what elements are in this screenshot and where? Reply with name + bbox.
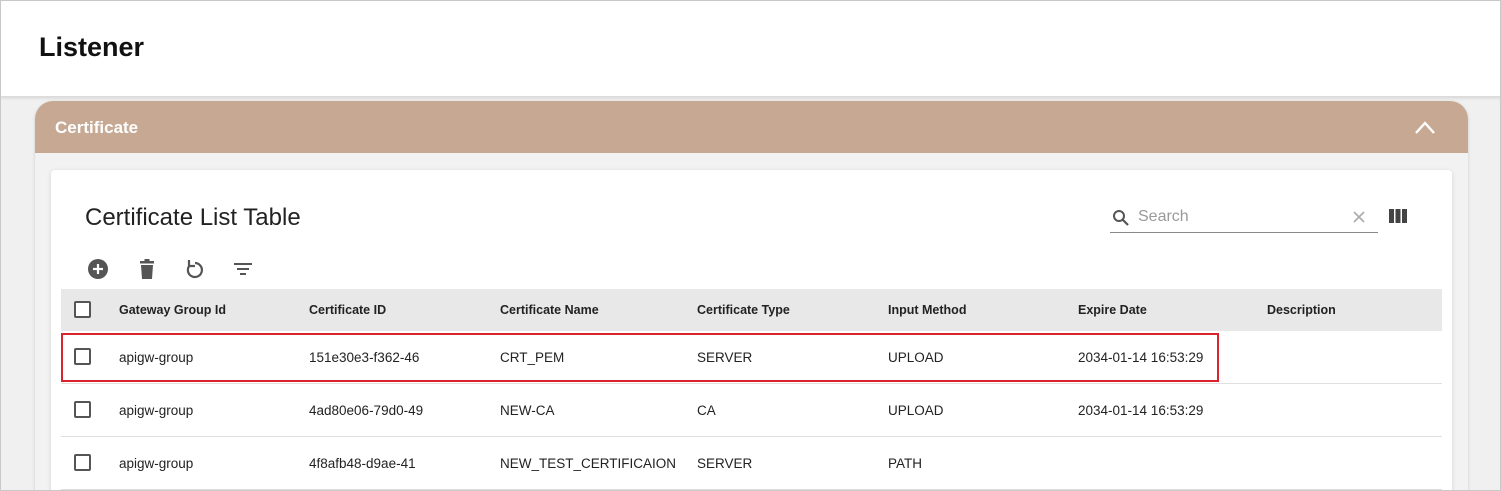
- search-input[interactable]: [1138, 206, 1338, 228]
- table-cell: SERVER: [697, 349, 753, 365]
- table-cell: CRT_PEM: [500, 349, 565, 365]
- column-header[interactable]: Gateway Group Id: [119, 289, 226, 331]
- table-row[interactable]: apigw-group 4f8afb48-d9ae-41 NEW_TEST_CE…: [61, 437, 1442, 490]
- table-cell: PATH: [888, 455, 923, 471]
- table-cell: NEW_TEST_CERTIFICAION: [500, 455, 677, 471]
- table-header: Gateway Group Id Certificate ID Certific…: [61, 289, 1442, 331]
- page-title: Listener: [39, 32, 145, 62]
- column-header[interactable]: Expire Date: [1078, 289, 1147, 331]
- panel-header[interactable]: Certificate: [35, 101, 1468, 153]
- row-checkbox[interactable]: [74, 348, 91, 365]
- table-cell: 4ad80e06-79d0-49: [309, 402, 424, 418]
- panel-title: Certificate: [55, 118, 139, 137]
- table-cell: 2034-01-14 16:53:29: [1078, 402, 1204, 418]
- chevron-up-icon[interactable]: [1413, 117, 1437, 137]
- search-icon: [1113, 210, 1129, 226]
- page-header: Listener: [0, 0, 1501, 97]
- filter-icon[interactable]: [232, 258, 254, 280]
- row-checkbox[interactable]: [74, 454, 91, 471]
- table-cell: 151e30e3-f362-46: [309, 349, 420, 365]
- close-icon[interactable]: [1352, 210, 1366, 224]
- certificate-list-card: Certificate List Table Search Gateway Gr…: [51, 170, 1452, 491]
- card-title: Certificate List Table: [85, 204, 301, 231]
- table-cell: apigw-group: [119, 349, 194, 365]
- column-header[interactable]: Certificate ID: [309, 289, 386, 331]
- delete-icon[interactable]: [136, 258, 158, 280]
- column-header[interactable]: Certificate Name: [500, 289, 599, 331]
- table-cell: NEW-CA: [500, 402, 555, 418]
- certificate-table: Gateway Group Id Certificate ID Certific…: [61, 289, 1442, 490]
- column-header[interactable]: Certificate Type: [697, 289, 790, 331]
- refresh-icon[interactable]: [184, 258, 206, 280]
- table-cell: UPLOAD: [888, 349, 944, 365]
- table-cell: apigw-group: [119, 402, 194, 418]
- row-checkbox[interactable]: [74, 401, 91, 418]
- column-header[interactable]: Input Method: [888, 289, 966, 331]
- column-header[interactable]: Description: [1267, 289, 1336, 331]
- table-cell: UPLOAD: [888, 402, 944, 418]
- table-cell: 2034-01-14 16:53:29: [1078, 349, 1204, 365]
- table-cell: 4f8afb48-d9ae-41: [309, 455, 416, 471]
- table-cell: apigw-group: [119, 455, 194, 471]
- select-all-checkbox[interactable]: [74, 301, 91, 318]
- table-cell: CA: [697, 402, 716, 418]
- add-circle-icon[interactable]: [87, 258, 109, 280]
- view-columns-icon[interactable]: [1389, 209, 1407, 223]
- search-box: [1110, 204, 1378, 233]
- table-row[interactable]: apigw-group 4ad80e06-79d0-49 NEW-CA CA U…: [61, 384, 1442, 437]
- table-cell: SERVER: [697, 455, 753, 471]
- table-row[interactable]: apigw-group 151e30e3-f362-46 CRT_PEM SER…: [61, 331, 1442, 384]
